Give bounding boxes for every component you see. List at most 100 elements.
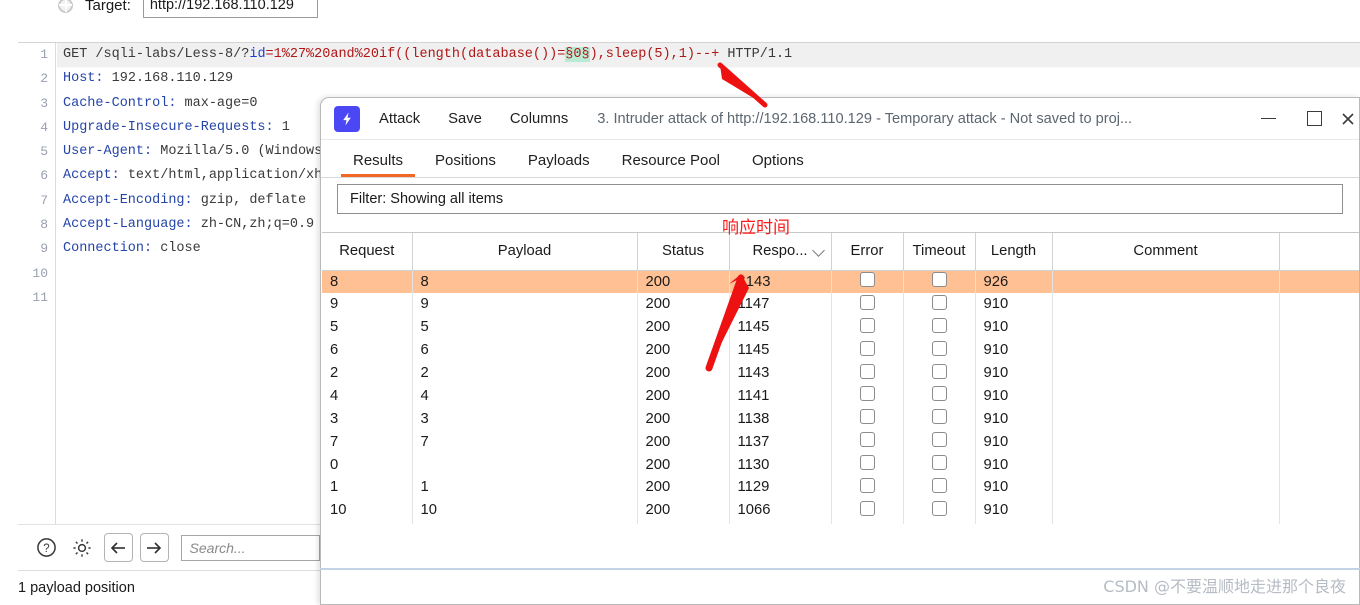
cell-timeout[interactable] [903,430,976,454]
error-checkbox[interactable] [859,272,875,288]
menu-attack[interactable]: Attack [370,111,429,127]
forward-arrow-icon[interactable] [139,533,169,562]
timeout-checkbox[interactable] [931,386,947,402]
intruder-tab-strip[interactable]: Results Positions Payloads Resource Pool Opt… [321,140,1359,178]
table-row[interactable]: 6 6 200 1145 910 [322,338,1359,362]
minimize-icon[interactable] [1245,98,1291,140]
tab-results[interactable]: Results [337,152,419,177]
menu-save[interactable]: Save [439,111,491,127]
cell-error[interactable] [831,407,904,431]
cell-timeout[interactable] [903,315,976,339]
cell-timeout[interactable] [903,361,976,385]
cell-comment[interactable] [1052,292,1280,316]
timeout-checkbox[interactable] [931,477,947,493]
table-row[interactable]: 3 3 200 1138 910 [322,407,1359,431]
table-row[interactable]: 9 9 200 1147 910 [322,292,1359,316]
table-row[interactable]: 5 5 200 1145 910 [322,315,1359,339]
cell-timeout[interactable] [903,384,976,408]
gear-icon[interactable] [68,533,97,562]
cell-timeout[interactable] [903,521,976,524]
cell-comment[interactable] [1052,430,1280,454]
cell-error[interactable] [831,521,904,524]
cell-error[interactable] [831,361,904,385]
table-row[interactable]: 2 2 200 1143 910 [322,361,1359,385]
table-row[interactable]: 0 200 1130 910 [322,453,1359,477]
error-checkbox[interactable] [859,386,875,402]
error-checkbox[interactable] [859,477,875,493]
error-checkbox[interactable] [859,340,875,356]
cell-comment[interactable] [1052,453,1280,477]
cell-comment[interactable] [1052,338,1280,362]
error-checkbox[interactable] [859,455,875,471]
error-checkbox[interactable] [859,317,875,333]
table-row[interactable]: 10 10 200 1066 910 [322,498,1359,522]
cell-comment[interactable] [1052,361,1280,385]
tab-options[interactable]: Options [736,152,820,177]
results-table[interactable]: Request Payload Status Respo... Error Timeout… [322,233,1359,524]
results-table-body[interactable]: 8 8 200 6143 926 9 9 200 1147 910 5 5 200 1145 910 6 6 20… [322,270,1359,524]
cell-timeout[interactable] [903,407,976,431]
cell-comment[interactable] [1052,521,1280,524]
column-header-request[interactable]: Request [322,233,413,271]
chevron-down-icon[interactable] [811,244,825,257]
timeout-checkbox[interactable] [931,272,947,288]
cell-timeout[interactable] [903,453,976,477]
timeout-checkbox[interactable] [931,432,947,448]
cell-error[interactable] [831,498,904,522]
timeout-checkbox[interactable] [931,455,947,471]
filter-bar[interactable]: Filter: Showing all items [337,184,1343,214]
column-header-length[interactable]: Length [975,233,1053,271]
close-icon[interactable] [1337,98,1359,140]
tab-payloads[interactable]: Payloads [512,152,606,177]
timeout-checkbox[interactable] [931,317,947,333]
cell-error[interactable] [831,292,904,316]
timeout-checkbox[interactable] [931,409,947,425]
cell-timeout[interactable] [903,476,976,499]
table-row[interactable]: 11112001062910 [322,521,1359,524]
cell-timeout[interactable] [903,292,976,316]
cell-error[interactable] [831,453,904,477]
cell-error[interactable] [831,270,904,293]
column-header-response[interactable]: Respo... [729,233,832,271]
cell-comment[interactable] [1052,476,1280,499]
error-checkbox[interactable] [859,432,875,448]
error-checkbox[interactable] [859,500,875,516]
cell-timeout[interactable] [903,270,976,293]
timeout-checkbox[interactable] [931,340,947,356]
window-title-bar[interactable]: Attack Save Columns 3. Intruder attack o… [321,98,1359,140]
target-input[interactable]: http://192.168.110.129 [142,0,318,18]
cell-comment[interactable] [1052,498,1280,522]
error-checkbox[interactable] [859,294,875,310]
intruder-attack-window[interactable]: Attack Save Columns 3. Intruder attack o… [320,97,1360,605]
tab-resource-pool[interactable]: Resource Pool [606,152,736,177]
maximize-icon[interactable] [1291,98,1337,140]
cell-error[interactable] [831,476,904,499]
cell-error[interactable] [831,430,904,454]
cell-error[interactable] [831,384,904,408]
menu-columns[interactable]: Columns [501,111,577,127]
tab-positions[interactable]: Positions [419,152,512,177]
column-header-payload[interactable]: Payload [412,233,638,271]
cell-timeout[interactable] [903,338,976,362]
timeout-checkbox[interactable] [931,294,947,310]
table-row[interactable]: 8 8 200 6143 926 [322,270,1359,293]
results-table-container[interactable]: Request Payload Status Respo... Error Timeout… [322,232,1359,524]
column-header-status[interactable]: Status [637,233,730,271]
cell-error[interactable] [831,338,904,362]
column-header-comment[interactable]: Comment [1052,233,1280,271]
back-arrow-icon[interactable] [103,533,133,562]
table-row[interactable]: 4 4 200 1141 910 [322,384,1359,408]
table-row[interactable]: 1 1 200 1129 910 [322,476,1359,499]
cell-comment[interactable] [1052,270,1280,293]
cell-comment[interactable] [1052,407,1280,431]
help-icon[interactable]: ? [32,533,61,562]
cell-comment[interactable] [1052,384,1280,408]
cell-error[interactable] [831,315,904,339]
table-row[interactable]: 7 7 200 1137 910 [322,430,1359,454]
error-checkbox[interactable] [859,409,875,425]
cell-comment[interactable] [1052,315,1280,339]
column-header-error[interactable]: Error [831,233,904,271]
column-header-timeout[interactable]: Timeout [903,233,976,271]
timeout-checkbox[interactable] [931,363,947,379]
results-table-header[interactable]: Request Payload Status Respo... Error Timeout… [322,233,1359,271]
